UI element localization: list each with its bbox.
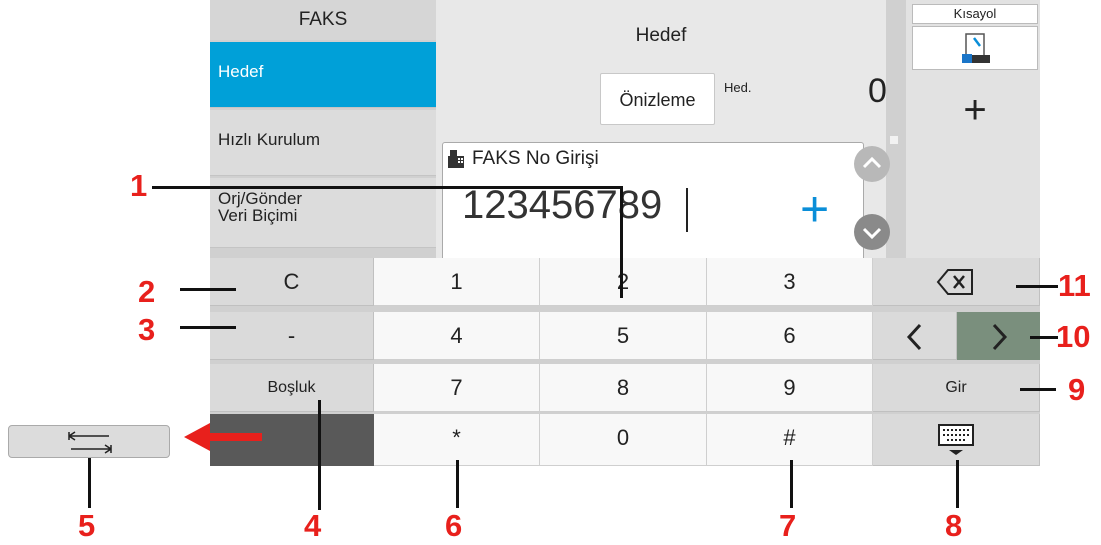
callout-11: 11: [1058, 268, 1091, 303]
pointer-arrow: [184, 423, 262, 451]
callout-11-line: [1016, 285, 1058, 288]
menu-item-hedef[interactable]: Hedef: [210, 42, 436, 108]
callout-6: 6: [445, 508, 463, 543]
shortcut-button[interactable]: [912, 26, 1038, 70]
enter-key[interactable]: Gir: [873, 364, 1040, 412]
key-7[interactable]: 7: [374, 364, 540, 412]
callout-6-vline: [456, 460, 459, 508]
add-shortcut-button[interactable]: +: [912, 80, 1038, 140]
callout-4: 4: [304, 508, 322, 543]
shortcut-icon: [962, 33, 990, 63]
menu-item-hizli-kurulum[interactable]: Hızlı Kurulum: [210, 110, 436, 176]
fax-input-title: FAKS No Girişi: [472, 148, 599, 169]
destination-title: Hedef: [436, 0, 886, 72]
tab-icon: [68, 431, 112, 454]
key-8[interactable]: 8: [540, 364, 707, 412]
key-6[interactable]: 6: [707, 312, 873, 360]
chevron-up-icon: [862, 156, 882, 169]
callout-7: 7: [779, 508, 797, 543]
callout-3: 3: [138, 312, 156, 347]
chevron-right-icon: [992, 323, 1007, 351]
callout-1: 1: [130, 168, 148, 203]
cursor-left-key[interactable]: [873, 312, 957, 360]
dash-key[interactable]: -: [210, 312, 374, 360]
key-0[interactable]: 0: [540, 414, 707, 466]
key-5[interactable]: 5: [540, 312, 707, 360]
key-9[interactable]: 9: [707, 364, 873, 412]
destination-count-label: Hed.: [724, 80, 752, 95]
callout-1-vline: [620, 186, 623, 298]
shortcut-label: Kısayol: [912, 4, 1038, 24]
backspace-key[interactable]: [873, 258, 1040, 306]
menu-item-orj-line1: Orj/Gönder: [218, 189, 303, 208]
callout-5-vline: [88, 458, 91, 508]
fax-icon: [448, 150, 464, 168]
backspace-icon: [936, 269, 973, 295]
clear-key[interactable]: C: [210, 258, 374, 306]
key-2[interactable]: 2: [540, 258, 707, 306]
chevron-down-icon: [862, 227, 882, 240]
callout-10-line: [1030, 336, 1058, 339]
callout-9-line: [1020, 388, 1056, 391]
fax-screen: FAKS Hedef Hızlı Kurulum Orj/Gönder Veri…: [210, 0, 1040, 466]
destination-count: 0: [868, 72, 887, 110]
key-1[interactable]: 1: [374, 258, 540, 306]
text-cursor: [686, 188, 688, 232]
cursor-right-key[interactable]: [957, 312, 1040, 360]
keyboard-icon: [938, 424, 974, 455]
add-number-button[interactable]: +: [800, 184, 829, 234]
key-3[interactable]: 3: [707, 258, 873, 306]
callout-7-vline: [790, 460, 793, 508]
menu-title: FAKS: [210, 0, 436, 40]
scroll-up-button[interactable]: [854, 146, 890, 182]
key-4[interactable]: 4: [374, 312, 540, 360]
callout-8: 8: [945, 508, 963, 543]
scroll-down-button[interactable]: [854, 214, 890, 250]
callout-5: 5: [78, 508, 96, 543]
chevron-left-icon: [906, 323, 921, 351]
menu-item-orj-line2: Veri Biçimi: [218, 206, 298, 225]
callout-10: 10: [1056, 319, 1091, 354]
key-hash[interactable]: #: [707, 414, 873, 466]
keyboard-key[interactable]: [873, 414, 1040, 466]
callout-3-line: [180, 326, 236, 329]
key-asterisk[interactable]: *: [374, 414, 540, 466]
callout-1-line: [152, 186, 622, 189]
callout-9: 9: [1068, 372, 1086, 407]
callout-2-line: [180, 288, 236, 291]
tab-key[interactable]: [8, 425, 170, 458]
preview-button[interactable]: Önizleme: [600, 73, 715, 125]
scroll-indicator: [890, 136, 898, 144]
callout-4-vline: [318, 400, 321, 510]
callout-8-vline: [956, 460, 959, 508]
fax-number-value: 123456789: [462, 183, 663, 227]
space-key[interactable]: Boşluk: [210, 364, 374, 412]
callout-2: 2: [138, 274, 156, 309]
